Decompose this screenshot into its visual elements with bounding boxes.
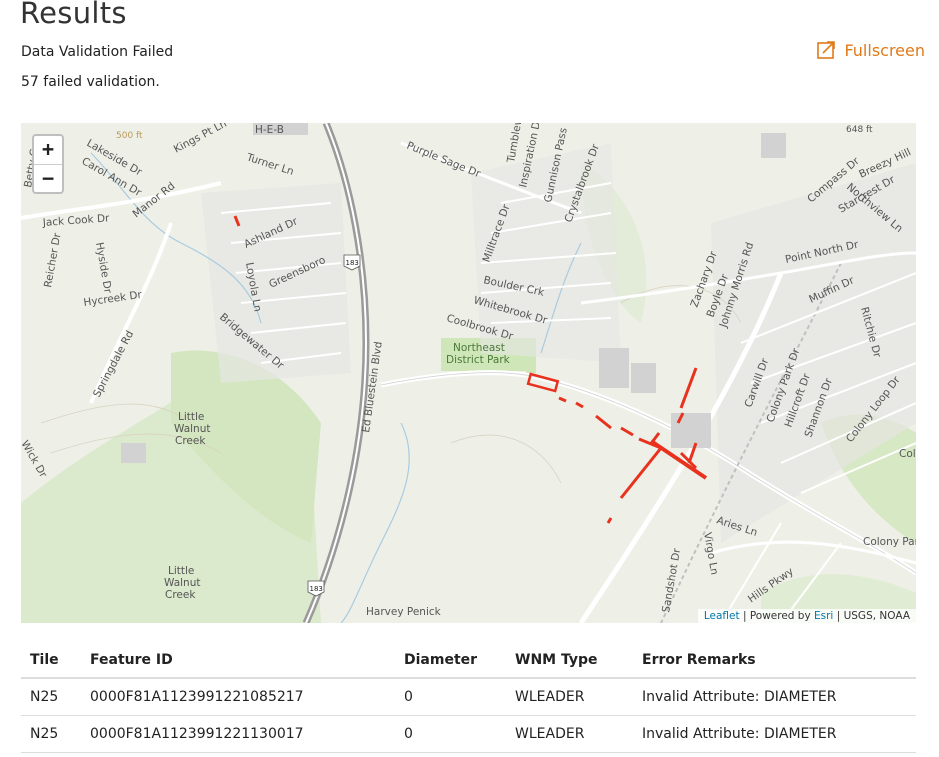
esri-link[interactable]: Esri bbox=[814, 610, 833, 622]
cell-tile: N25 bbox=[21, 715, 81, 753]
cell-feature-id: 0000F81A1123991221085217 bbox=[81, 678, 395, 716]
map-label-walnut1-2: Walnut bbox=[174, 423, 211, 435]
validation-status: Data Validation Failed bbox=[21, 44, 174, 60]
map-label-walnut2-3: Creek bbox=[165, 589, 196, 601]
failed-count: 57 failed validation. bbox=[21, 74, 160, 90]
table-header-row: Tile Feature ID Diameter WNM Type Error … bbox=[21, 643, 916, 679]
powered-by-text: | Powered by bbox=[742, 610, 811, 622]
cell-error-remarks: Invalid Attribute: DIAMETER bbox=[633, 715, 916, 753]
map-label-elev2: 500 ft bbox=[116, 131, 143, 141]
expand-icon bbox=[817, 41, 836, 59]
fullscreen-label: Fullscreen bbox=[844, 40, 925, 60]
zoom-control: + − bbox=[32, 134, 64, 194]
table-row[interactable]: N25 0000F81A1123991221130017 0 WLEADER I… bbox=[21, 715, 916, 753]
map-basemap[interactable]: Kings Pt Ln H-E-B Turner Ln Lakeside Dr … bbox=[21, 123, 916, 623]
cell-wnm-type: WLEADER bbox=[506, 678, 633, 716]
map-label-harvey: Harvey Penick bbox=[366, 606, 442, 618]
shield-label-183-south: 183 bbox=[310, 585, 323, 593]
cell-wnm-type: WLEADER bbox=[506, 715, 633, 753]
map-label-walnut2-1: Little bbox=[168, 565, 194, 577]
results-table: Tile Feature ID Diameter WNM Type Error … bbox=[21, 643, 916, 753]
cell-diameter: 0 bbox=[395, 678, 506, 716]
col-header-error-remarks[interactable]: Error Remarks bbox=[633, 643, 916, 679]
cell-error-remarks: Invalid Attribute: DIAMETER bbox=[633, 678, 916, 716]
map-label-colonypark2: Colony Par bbox=[863, 536, 916, 548]
leaflet-link[interactable]: Leaflet bbox=[704, 610, 740, 622]
col-header-diameter[interactable]: Diameter bbox=[395, 643, 506, 679]
map-label-heb: H-E-B bbox=[255, 124, 284, 136]
shield-label-183-north: 183 bbox=[346, 259, 359, 267]
page-title: Results bbox=[20, 0, 127, 30]
fullscreen-button[interactable]: Fullscreen bbox=[816, 40, 925, 60]
col-header-feature-id[interactable]: Feature ID bbox=[81, 643, 395, 679]
cell-diameter: 0 bbox=[395, 715, 506, 753]
col-header-wnm-type[interactable]: WNM Type bbox=[506, 643, 633, 679]
sources-text: | USGS, NOAA bbox=[836, 610, 910, 622]
col-header-tile[interactable]: Tile bbox=[21, 643, 81, 679]
map-attribution: Leaflet | Powered by Esri | USGS, NOAA bbox=[697, 609, 916, 623]
map-label-walnut1-3: Creek bbox=[175, 435, 206, 447]
cell-tile: N25 bbox=[21, 678, 81, 716]
validation-map[interactable]: Kings Pt Ln H-E-B Turner Ln Lakeside Dr … bbox=[21, 123, 916, 623]
map-label-nepark-2: District Park bbox=[446, 354, 511, 366]
cell-feature-id: 0000F81A1123991221130017 bbox=[81, 715, 395, 753]
map-label-nepark-1: Northeast bbox=[453, 342, 505, 354]
zoom-in-button[interactable]: + bbox=[34, 136, 62, 164]
map-label-col: Col bbox=[899, 448, 916, 460]
table-row[interactable]: N25 0000F81A1123991221085217 0 WLEADER I… bbox=[21, 678, 916, 716]
zoom-out-button[interactable]: − bbox=[34, 164, 62, 192]
map-label-elev1: 648 ft bbox=[846, 125, 873, 135]
map-label-walnut1-1: Little bbox=[178, 411, 204, 423]
map-label-walnut2-2: Walnut bbox=[164, 577, 201, 589]
